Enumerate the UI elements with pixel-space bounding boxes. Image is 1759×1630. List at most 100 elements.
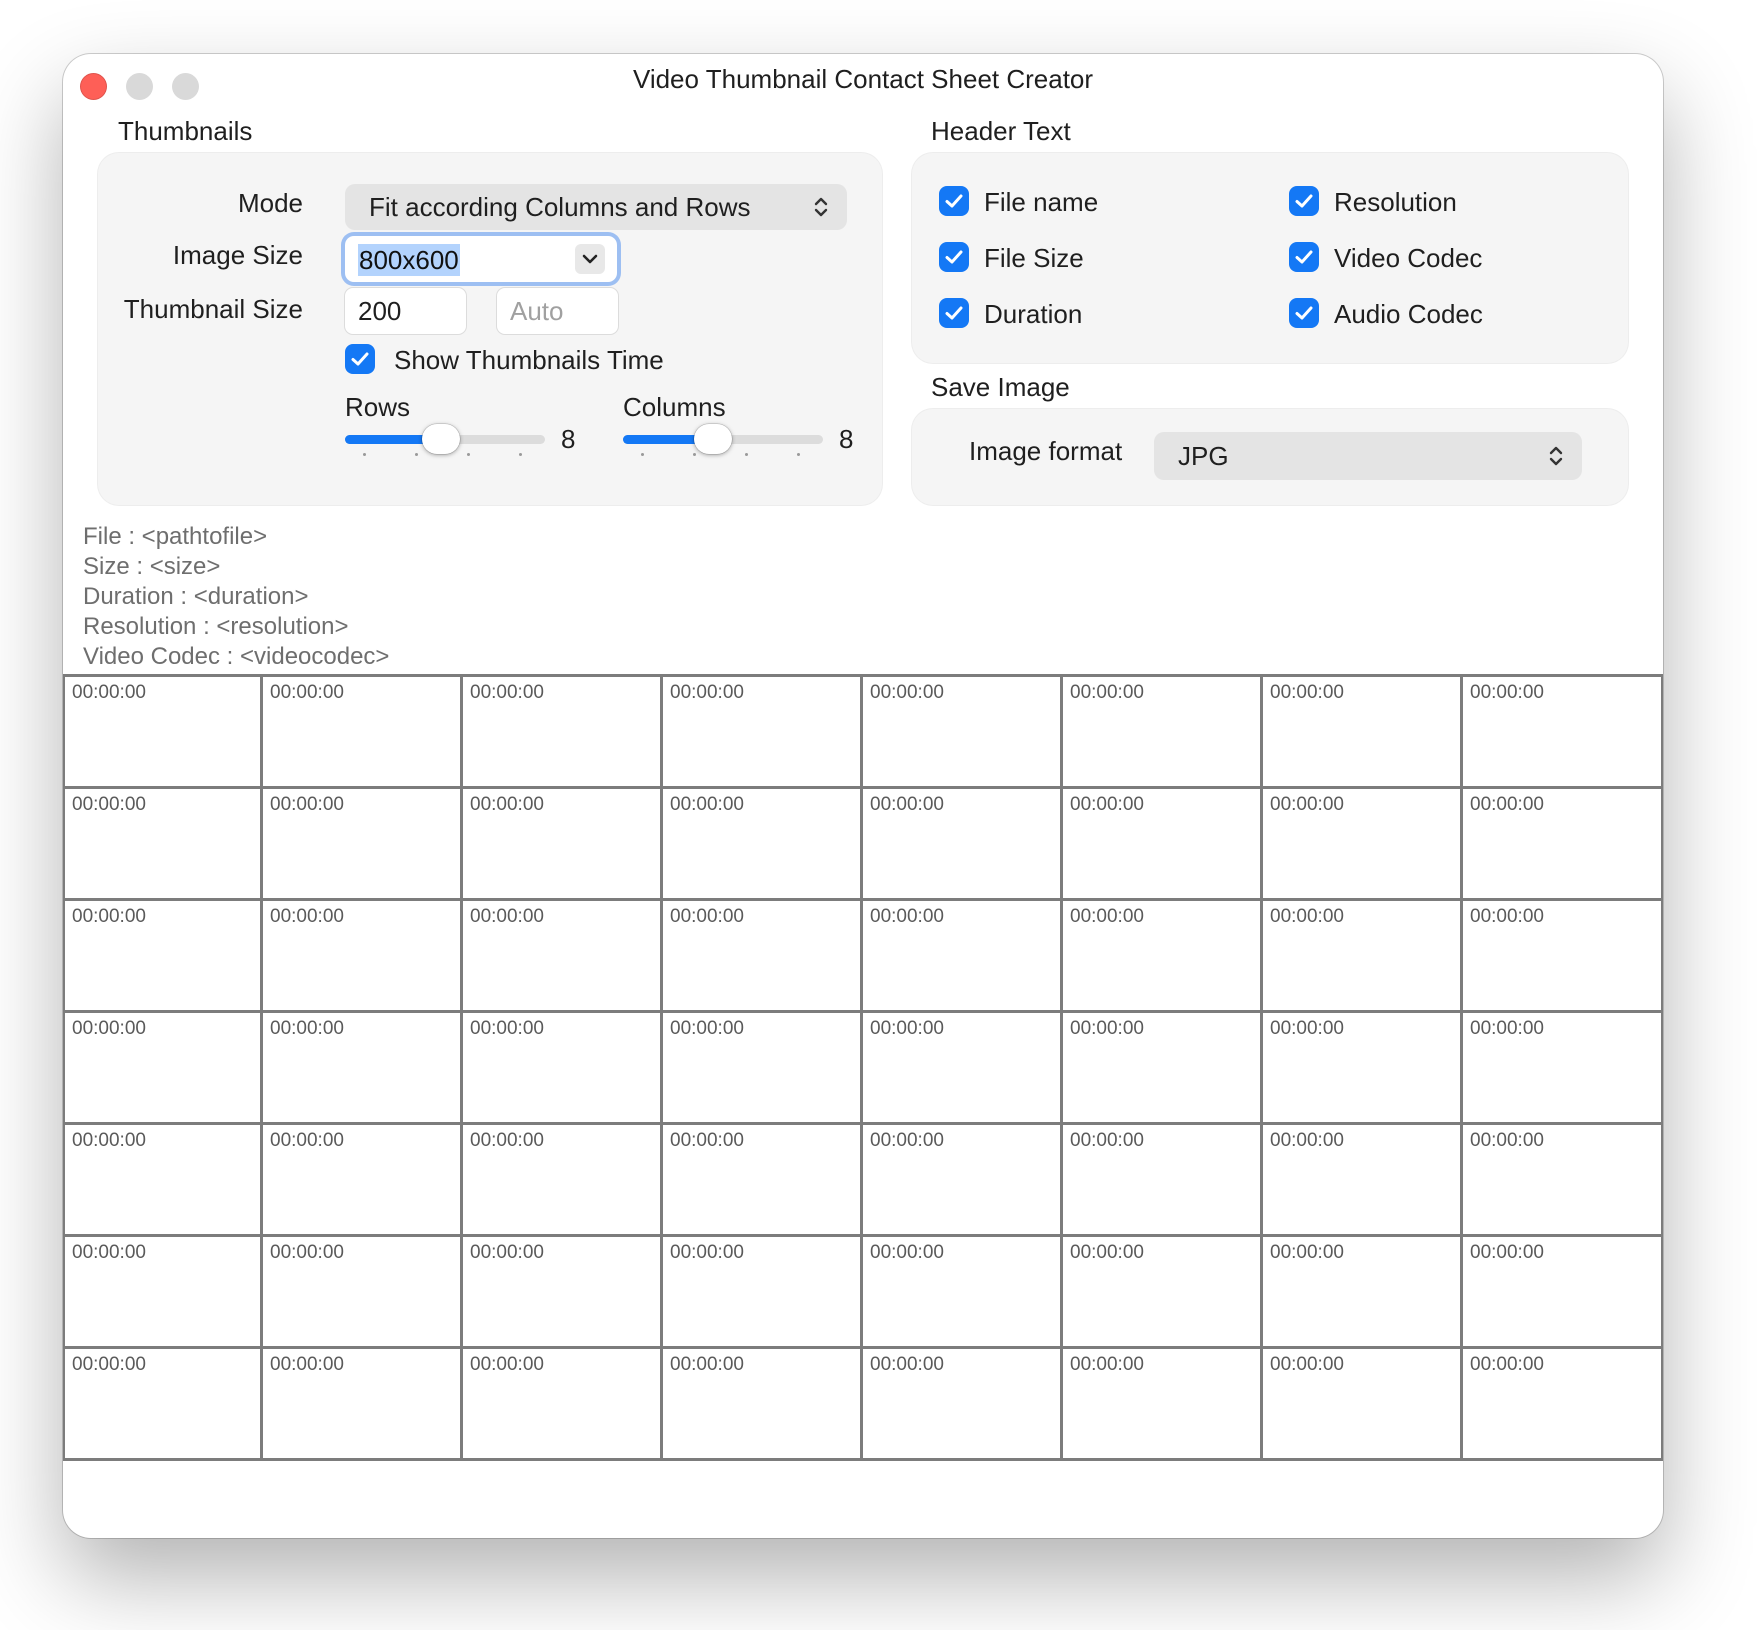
thumbnail-cell[interactable]: 00:00:00 [263, 1237, 463, 1349]
thumbnail-cell[interactable]: 00:00:00 [1263, 1349, 1463, 1461]
thumbnail-cell[interactable]: 00:00:00 [1063, 1125, 1263, 1237]
thumbnail-time: 00:00:00 [1070, 682, 1144, 703]
show-time-label: Show Thumbnails Time [394, 345, 664, 375]
thumbnail-time: 00:00:00 [870, 1130, 944, 1151]
header-option-checkbox[interactable] [939, 298, 969, 328]
columns-value: 8 [839, 424, 854, 454]
thumbnail-cell[interactable]: 00:00:00 [1063, 1237, 1263, 1349]
thumbnail-cell[interactable]: 00:00:00 [863, 1237, 1063, 1349]
header-option-label: File Size [984, 243, 1084, 273]
header-preview-line: Video Codec : <videocodec> [83, 643, 390, 670]
thumbnail-cell[interactable]: 00:00:00 [1063, 789, 1263, 901]
columns-slider-knob[interactable] [694, 424, 732, 454]
thumbnail-cell[interactable]: 00:00:00 [63, 1013, 263, 1125]
thumbnail-cell[interactable]: 00:00:00 [463, 1349, 663, 1461]
thumbnail-cell[interactable]: 00:00:00 [1063, 677, 1263, 789]
thumbnail-cell[interactable]: 00:00:00 [1263, 901, 1463, 1013]
columns-tick [693, 453, 696, 456]
thumbnail-cell[interactable]: 00:00:00 [1063, 1349, 1263, 1461]
header-option-checkbox[interactable] [1289, 186, 1319, 216]
thumbnail-cell[interactable]: 00:00:00 [863, 1125, 1063, 1237]
thumbnail-cell[interactable]: 00:00:00 [463, 677, 663, 789]
thumbnail-cell[interactable]: 00:00:00 [463, 1013, 663, 1125]
thumbnail-cell[interactable]: 00:00:00 [263, 901, 463, 1013]
thumbnail-time: 00:00:00 [470, 1130, 544, 1151]
save-image-group: Image format JPG [911, 408, 1629, 506]
thumbnail-cell[interactable]: 00:00:00 [1263, 677, 1463, 789]
thumbnail-cell[interactable]: 00:00:00 [63, 901, 263, 1013]
thumbnail-cell[interactable]: 00:00:00 [663, 677, 863, 789]
thumbnail-cell[interactable]: 00:00:00 [1063, 1013, 1263, 1125]
thumbnail-cell[interactable]: 00:00:00 [663, 1013, 863, 1125]
thumbnail-cell[interactable]: 00:00:00 [1463, 1125, 1663, 1237]
thumbnail-cell[interactable]: 00:00:00 [1463, 1013, 1663, 1125]
header-option-checkbox[interactable] [939, 242, 969, 272]
thumbnail-cell[interactable]: 00:00:00 [863, 901, 1063, 1013]
show-time-checkbox[interactable] [345, 344, 375, 374]
title-bar: Video Thumbnail Contact Sheet Creator [63, 54, 1663, 114]
thumbnail-time: 00:00:00 [1270, 1354, 1344, 1375]
thumbnail-cell[interactable]: 00:00:00 [1463, 789, 1663, 901]
thumbnail-time: 00:00:00 [1070, 1242, 1144, 1263]
thumbnail-time: 00:00:00 [72, 906, 146, 927]
columns-label: Columns [623, 392, 726, 422]
thumbnail-cell[interactable]: 00:00:00 [663, 1125, 863, 1237]
image-size-combobox[interactable]: 800x600 [345, 236, 617, 282]
thumbnail-height-field[interactable]: Auto [497, 288, 618, 334]
thumbnail-cell[interactable]: 00:00:00 [63, 1125, 263, 1237]
thumbnail-cell[interactable]: 00:00:00 [63, 789, 263, 901]
thumbnail-cell[interactable]: 00:00:00 [663, 1349, 863, 1461]
thumbnail-cell[interactable]: 00:00:00 [463, 1237, 663, 1349]
thumbnail-cell[interactable]: 00:00:00 [263, 1125, 463, 1237]
thumbnail-cell[interactable]: 00:00:00 [863, 789, 1063, 901]
rows-tick [467, 453, 470, 456]
thumbnail-cell[interactable]: 00:00:00 [463, 1125, 663, 1237]
thumbnail-cell[interactable]: 00:00:00 [863, 677, 1063, 789]
thumbnail-cell[interactable]: 00:00:00 [663, 789, 863, 901]
thumbnail-cell[interactable]: 00:00:00 [1463, 677, 1663, 789]
thumbnail-time: 00:00:00 [1470, 1242, 1544, 1263]
header-option-checkbox[interactable] [939, 186, 969, 216]
thumbnail-cell[interactable]: 00:00:00 [1263, 1125, 1463, 1237]
up-down-chevron-icon [1549, 446, 1563, 466]
header-option-label: File name [984, 187, 1099, 217]
thumbnail-cell[interactable]: 00:00:00 [463, 901, 663, 1013]
thumbnail-cell[interactable]: 00:00:00 [63, 1349, 263, 1461]
thumbnail-cell[interactable]: 00:00:00 [463, 789, 663, 901]
mode-popup[interactable]: Fit according Columns and Rows [345, 184, 847, 230]
thumbnail-time: 00:00:00 [270, 1130, 344, 1151]
header-text-group: File name Resolution File Size Video Codec D… [911, 152, 1629, 364]
thumbnail-cell[interactable]: 00:00:00 [263, 677, 463, 789]
header-preview-line: Duration : <duration> [83, 583, 309, 610]
thumbnail-time: 00:00:00 [870, 906, 944, 927]
thumbnail-width-field[interactable]: 200 [345, 288, 466, 334]
header-option-checkbox[interactable] [1289, 242, 1319, 272]
thumbnail-cell[interactable]: 00:00:00 [263, 1013, 463, 1125]
header-option-checkbox[interactable] [1289, 298, 1319, 328]
thumbnail-cell[interactable]: 00:00:00 [1263, 789, 1463, 901]
thumbnail-cell[interactable]: 00:00:00 [663, 901, 863, 1013]
thumbnail-cell[interactable]: 00:00:00 [1463, 901, 1663, 1013]
thumbnail-cell[interactable]: 00:00:00 [1263, 1013, 1463, 1125]
thumbnail-cell[interactable]: 00:00:00 [1063, 901, 1263, 1013]
thumbnail-cell[interactable]: 00:00:00 [263, 789, 463, 901]
rows-slider-knob[interactable] [422, 424, 460, 454]
image-size-value[interactable]: 800x600 [358, 244, 460, 276]
thumbnail-time: 00:00:00 [670, 1242, 744, 1263]
chevron-down-icon[interactable] [575, 244, 605, 274]
header-preview-line: Size : <size> [83, 553, 221, 580]
thumbnail-cell[interactable]: 00:00:00 [663, 1237, 863, 1349]
thumbnail-cell[interactable]: 00:00:00 [863, 1349, 1063, 1461]
thumbnail-cell[interactable]: 00:00:00 [1463, 1237, 1663, 1349]
thumbnail-cell[interactable]: 00:00:00 [63, 1237, 263, 1349]
thumbnail-cell[interactable]: 00:00:00 [863, 1013, 1063, 1125]
thumbnail-cell[interactable]: 00:00:00 [1463, 1349, 1663, 1461]
mode-popup-value: Fit according Columns and Rows [369, 191, 751, 222]
thumbnail-time: 00:00:00 [1470, 1018, 1544, 1039]
thumbnail-cell[interactable]: 00:00:00 [1263, 1237, 1463, 1349]
thumbnail-cell[interactable]: 00:00:00 [63, 677, 263, 789]
thumbnail-cell[interactable]: 00:00:00 [263, 1349, 463, 1461]
checkmark-icon [351, 352, 369, 366]
thumbnail-time: 00:00:00 [470, 906, 544, 927]
image-format-popup[interactable]: JPG [1154, 432, 1582, 480]
